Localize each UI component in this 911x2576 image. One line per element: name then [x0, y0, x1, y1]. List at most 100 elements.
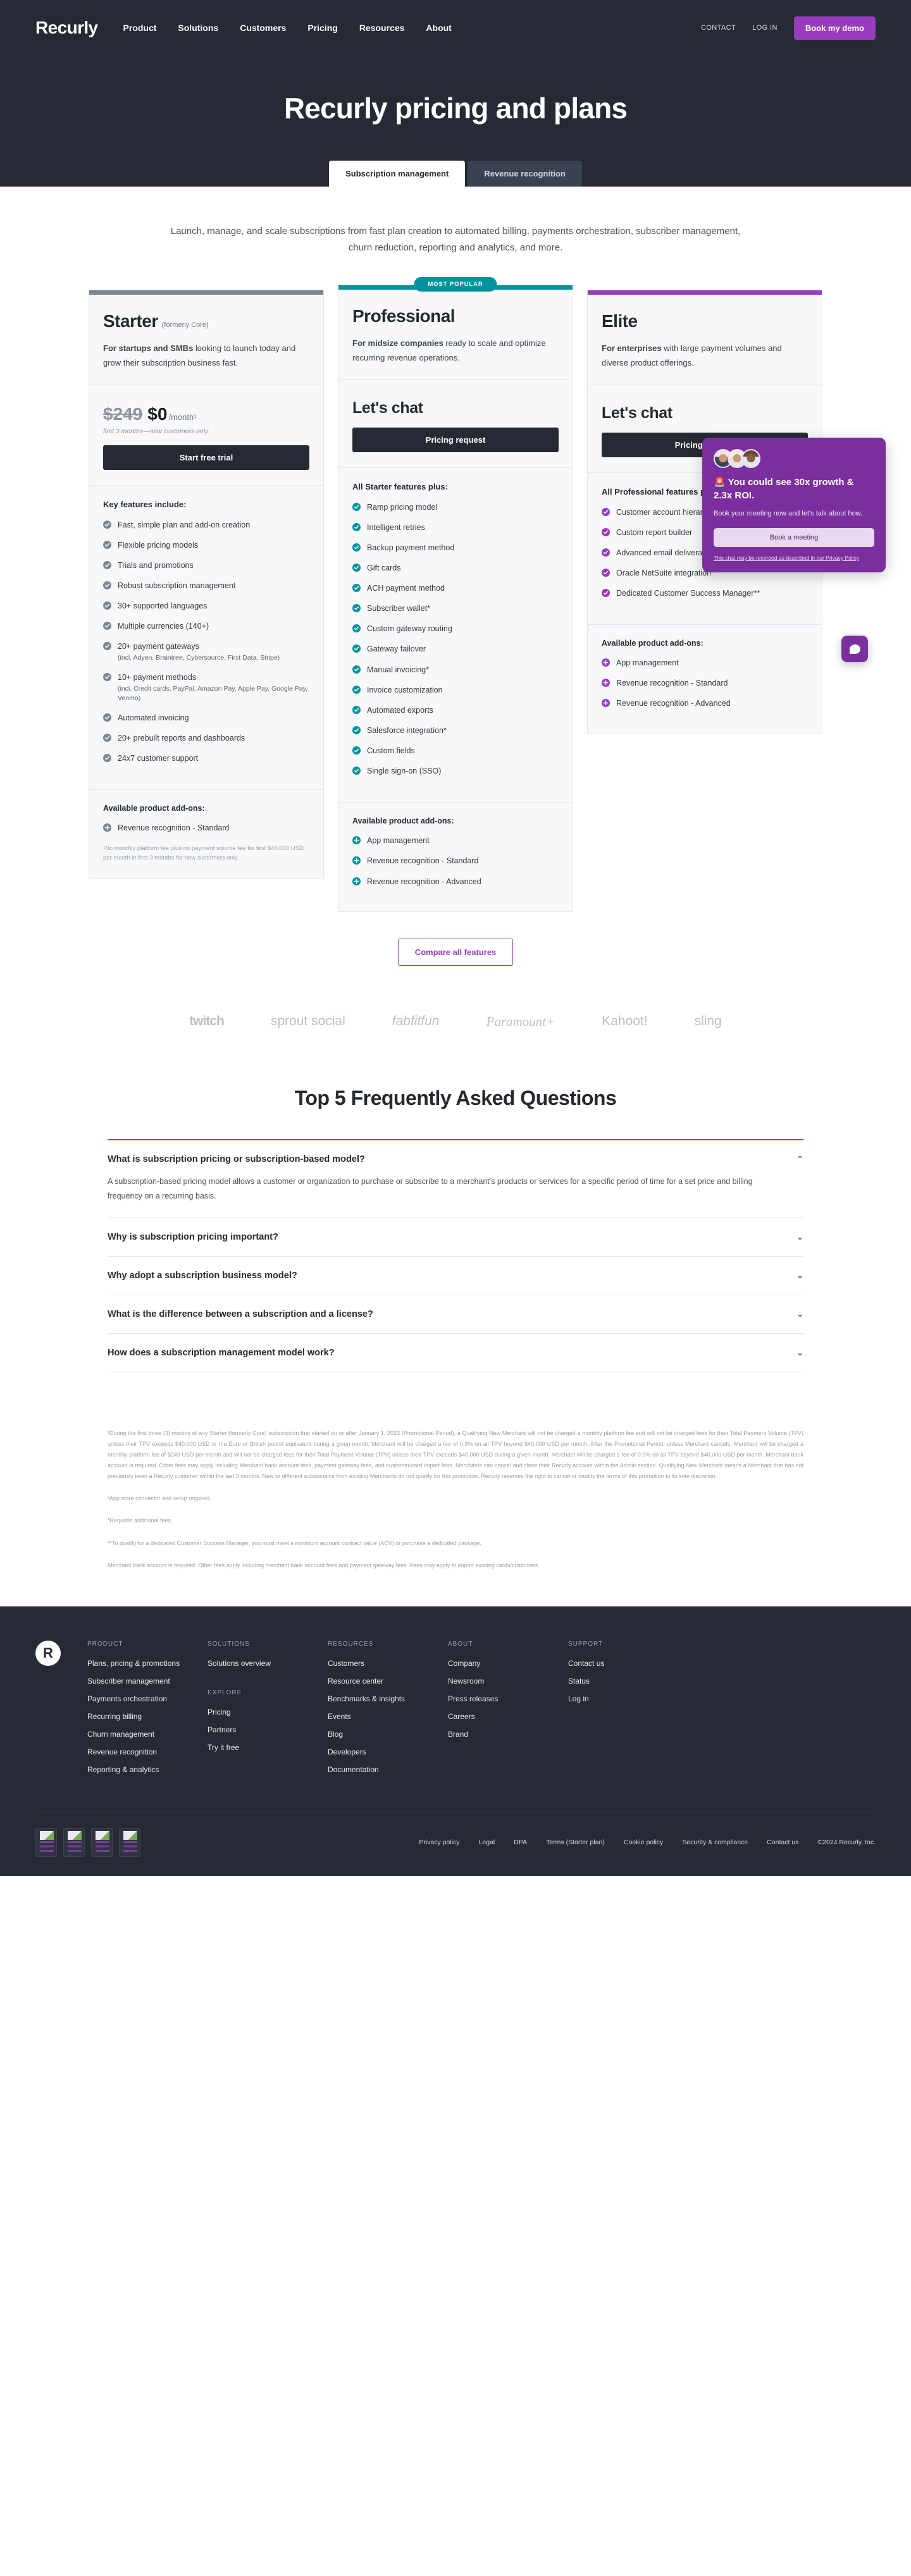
- check-circle-icon: [103, 622, 111, 631]
- footer-link[interactable]: Blog: [328, 1730, 448, 1739]
- footer-heading: ABOUT: [448, 1640, 473, 1648]
- legal-link[interactable]: Terms (Starter plan): [546, 1839, 605, 1846]
- feature-item: Manual invoicing*: [352, 664, 559, 675]
- footer-link[interactable]: Partners: [208, 1725, 328, 1734]
- footer-link[interactable]: Payments orchestration: [87, 1694, 208, 1703]
- pricing-request-button-professional[interactable]: Pricing request: [352, 427, 559, 452]
- footer-link[interactable]: Resource center: [328, 1677, 448, 1685]
- compare-all-features-button[interactable]: Compare all features: [397, 938, 514, 966]
- addon-item: Revenue recognition - Standard: [352, 855, 559, 866]
- faq-question[interactable]: What is the difference between a subscri…: [108, 1309, 803, 1319]
- footnote: ²App store connector and setup required.: [108, 1495, 211, 1502]
- chevron-down-icon[interactable]: ⌄: [796, 1348, 803, 1357]
- faq-title: Top 5 Frequently Asked Questions: [294, 1086, 617, 1109]
- chevron-down-icon[interactable]: ⌄: [796, 1233, 803, 1241]
- legal-link[interactable]: Legal: [479, 1839, 495, 1846]
- book-a-meeting-button[interactable]: Book a meeting: [714, 528, 874, 548]
- footer-link[interactable]: Recurring billing: [87, 1712, 208, 1721]
- login-link[interactable]: LOG IN: [752, 24, 778, 32]
- faq-question[interactable]: Why adopt a subscription business model?…: [108, 1271, 803, 1281]
- feature-label: Customer account hierarchy: [616, 507, 716, 517]
- footer-link[interactable]: Brand: [448, 1730, 568, 1739]
- check-circle-icon: [352, 746, 361, 755]
- legal-links: Privacy policy Legal DPA Terms (Starter pla…: [419, 1839, 876, 1846]
- check-circle-icon: [602, 568, 610, 577]
- faq-question[interactable]: How does a subscription management model…: [108, 1348, 803, 1358]
- footer-link[interactable]: Customers: [328, 1659, 448, 1668]
- feature-item: Subscriber wallet*: [352, 603, 559, 614]
- footer-link[interactable]: Revenue recognition: [87, 1747, 208, 1756]
- check-circle-icon: [602, 548, 610, 557]
- faq-question-text: What is the difference between a subscri…: [108, 1309, 373, 1319]
- check-circle-icon: [352, 543, 361, 552]
- nav-item-resources[interactable]: Resources: [359, 23, 405, 33]
- footer-logo-icon[interactable]: R: [35, 1640, 61, 1666]
- faq-question-text: What is subscription pricing or subscrip…: [108, 1154, 365, 1164]
- logo-kahoot: Kahoot!: [602, 1014, 648, 1029]
- price-headline: Let's chat: [602, 404, 672, 422]
- chat-launcher-button[interactable]: [841, 636, 868, 662]
- privacy-policy-link[interactable]: Privacy Policy: [826, 555, 859, 561]
- nav-item-product[interactable]: Product: [123, 23, 157, 33]
- addon-label: App management: [616, 658, 679, 668]
- footer-link[interactable]: Careers: [448, 1712, 568, 1721]
- tab-revenue-recognition[interactable]: Revenue recognition: [468, 161, 582, 187]
- footer-link[interactable]: Plans, pricing & promotions: [87, 1659, 208, 1668]
- footer-link[interactable]: Log in: [568, 1694, 688, 1703]
- chevron-down-icon[interactable]: ⌄: [796, 1310, 803, 1318]
- chevron-down-icon[interactable]: ⌄: [796, 1271, 803, 1279]
- footer-link[interactable]: Contact us: [568, 1659, 688, 1668]
- book-my-demo-button[interactable]: Book my demo: [793, 16, 876, 40]
- feature-label: 20+ prebuilt reports and dashboards: [118, 733, 245, 743]
- check-circle-icon: [602, 589, 610, 597]
- legal-link[interactable]: Cookie policy: [624, 1839, 663, 1846]
- footer-link[interactable]: Pricing: [208, 1708, 328, 1716]
- feature-item: Salesforce integration*: [352, 725, 559, 736]
- feature-item: Intelligent retries: [352, 522, 559, 533]
- legal-link[interactable]: Privacy policy: [419, 1839, 459, 1846]
- features-heading: All Starter features plus:: [352, 481, 448, 491]
- footer-link[interactable]: Company: [448, 1659, 568, 1668]
- chevron-up-icon[interactable]: ⌃: [796, 1155, 803, 1163]
- check-circle-icon: [352, 604, 361, 613]
- recurly-logo[interactable]: Recurly: [35, 18, 98, 38]
- footer-link[interactable]: Documentation: [328, 1765, 448, 1774]
- footer-link[interactable]: Developers: [328, 1747, 448, 1756]
- footer-link[interactable]: Events: [328, 1712, 448, 1721]
- pricing-tabs: Subscription management Revenue recognit…: [0, 161, 911, 187]
- feature-item: Robust subscription management: [103, 580, 309, 591]
- plan-fineprint: ¹No monthly platform fee plus no payment…: [103, 845, 304, 862]
- nav-item-customers[interactable]: Customers: [240, 23, 286, 33]
- nav-item-pricing[interactable]: Pricing: [307, 23, 337, 33]
- legal-link[interactable]: DPA: [514, 1839, 527, 1846]
- footer-bottom-bar: Privacy policy Legal DPA Terms (Starter pla…: [35, 1810, 876, 1876]
- nav-item-solutions[interactable]: Solutions: [178, 23, 218, 33]
- customer-logo-strip: twitch sprout social fabfitfun Paramount…: [0, 1014, 911, 1030]
- feature-item: Dedicated Customer Success Manager**: [602, 588, 808, 599]
- compliance-badges: [35, 1827, 140, 1857]
- footer-link[interactable]: Reporting & analytics: [87, 1765, 208, 1774]
- start-free-trial-button[interactable]: Start free trial: [103, 445, 309, 470]
- legal-link[interactable]: Security & compliance: [682, 1839, 748, 1846]
- check-circle-icon: [103, 601, 111, 610]
- footer-link[interactable]: Subscriber management: [87, 1677, 208, 1685]
- footer-link[interactable]: Churn management: [87, 1730, 208, 1739]
- footer-link[interactable]: Try it free: [208, 1743, 328, 1752]
- faq-question[interactable]: Why is subscription pricing important? ⌄: [108, 1232, 803, 1242]
- footer-link[interactable]: Press releases: [448, 1694, 568, 1703]
- footer-heading: RESOURCES: [328, 1640, 374, 1648]
- check-circle-icon: [103, 581, 111, 589]
- faq-question[interactable]: What is subscription pricing or subscrip…: [108, 1154, 803, 1164]
- footer-link[interactable]: Solutions overview: [208, 1659, 328, 1668]
- nav-item-about[interactable]: About: [426, 23, 451, 33]
- feature-item: Gift cards: [352, 562, 559, 574]
- logo-twitch: twitch: [189, 1014, 225, 1029]
- footer-link[interactable]: Status: [568, 1677, 688, 1685]
- footer-link[interactable]: Newsroom: [448, 1677, 568, 1685]
- feature-item: Fast, simple plan and add-on creation: [103, 519, 309, 531]
- footer-link[interactable]: Benchmarks & insights: [328, 1694, 448, 1703]
- legal-link[interactable]: Contact us: [767, 1839, 798, 1846]
- plan-description-bold: For enterprises: [602, 343, 662, 353]
- tab-subscription-management[interactable]: Subscription management: [329, 161, 466, 187]
- contact-link[interactable]: CONTACT: [701, 24, 736, 32]
